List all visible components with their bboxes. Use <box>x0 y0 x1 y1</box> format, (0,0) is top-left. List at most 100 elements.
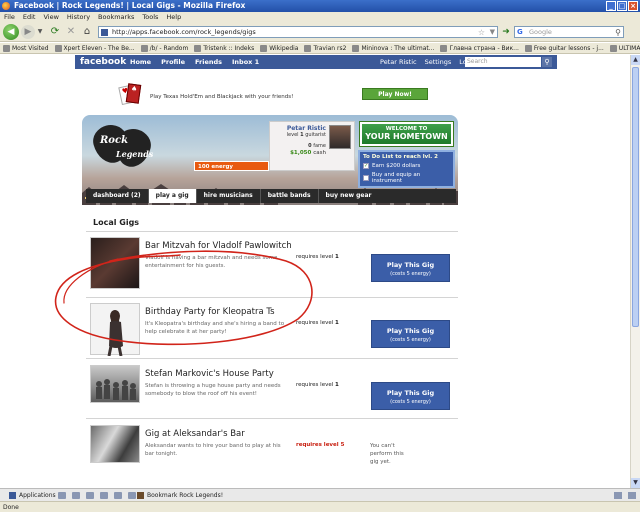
rock-legends-logo[interactable]: Rock Legends <box>89 121 160 173</box>
nav-friends[interactable]: Friends <box>195 55 222 69</box>
photos-icon[interactable] <box>58 492 66 499</box>
menu-bar: File Edit View History Bookmarks Tools H… <box>0 12 640 22</box>
online-friends-icon[interactable] <box>614 492 622 499</box>
player-fame: 0 fame <box>308 143 326 149</box>
reload-icon[interactable]: ⟳ <box>48 25 62 39</box>
gig-description: Stefan is throwing a huge house party an… <box>145 383 281 397</box>
nav-inbox[interactable]: Inbox 1 <box>232 55 259 69</box>
divider <box>86 358 458 359</box>
player-name[interactable]: Petar Ristic <box>287 125 326 132</box>
game-tabs: dashboard (2) play a gig hire musicians … <box>86 189 456 203</box>
forward-arrow-icon[interactable]: ▶ <box>21 25 35 39</box>
gig-row: Stefan Markovic's House Party Stefan is … <box>90 365 458 425</box>
groups-icon[interactable] <box>72 492 80 499</box>
scroll-down-icon[interactable]: ▼ <box>631 478 640 488</box>
window-controls: _ □ × <box>606 1 638 11</box>
scroll-up-icon[interactable]: ▲ <box>631 55 640 65</box>
inbox-count: 1 <box>254 58 260 66</box>
browser-status-bar: Done <box>0 501 640 512</box>
footer-right-icons <box>614 492 636 499</box>
bookmark-item[interactable]: /b/ - Random <box>140 43 188 53</box>
nav-settings[interactable]: Settings <box>425 55 452 69</box>
video-icon[interactable] <box>128 492 136 499</box>
maximize-icon[interactable]: □ <box>617 1 627 11</box>
google-icon[interactable]: G <box>517 28 526 37</box>
window-titlebar: Facebook | Rock Legends! | Local Gigs - … <box>0 0 640 12</box>
tab-play-a-gig[interactable]: play a gig <box>147 189 196 203</box>
menu-tools[interactable]: Tools <box>142 12 158 22</box>
checkbox-checked-icon: ✓ <box>363 163 369 169</box>
close-icon[interactable]: × <box>628 1 638 11</box>
go-arrow-icon[interactable]: ➜ <box>500 26 512 38</box>
page-title: Local Gigs <box>93 218 140 227</box>
bookmark-item[interactable]: Most Visited <box>3 43 49 53</box>
minimize-icon[interactable]: _ <box>606 1 616 11</box>
menu-edit[interactable]: Edit <box>23 12 36 22</box>
nav-user-name[interactable]: Petar Ristic <box>380 55 417 69</box>
web-search-placeholder: Google <box>529 28 552 36</box>
url-dropdown-icon[interactable]: ▼ <box>490 27 495 38</box>
avatar[interactable] <box>329 125 351 149</box>
bookmark-item[interactable]: Free guitar lessons - j... <box>524 43 604 53</box>
address-bar[interactable]: http://apps.facebook.com/rock_legends/gi… <box>98 26 498 38</box>
play-now-button[interactable]: Play Now! <box>362 88 428 100</box>
bookmark-item[interactable]: Xpert Eleven - The Be... <box>54 43 135 53</box>
gig-title: Gig at Aleksandar's Bar <box>145 429 245 439</box>
back-arrow-icon[interactable]: ◀ <box>3 24 19 40</box>
hometown-button[interactable]: WELCOME TO YOUR HOMETOWN <box>359 121 454 147</box>
calendar-icon[interactable] <box>114 492 122 499</box>
menu-bookmarks[interactable]: Bookmarks <box>98 12 134 22</box>
menu-history[interactable]: History <box>67 12 90 22</box>
bookmark-item[interactable]: Mininova : The ultimat... <box>352 43 434 53</box>
energy-bar: 100 energy <box>194 161 269 171</box>
window-title: Facebook | Rock Legends! | Local Gigs - … <box>14 1 246 10</box>
home-icon[interactable]: ⌂ <box>80 25 94 39</box>
ad-text[interactable]: Play Texas Hold'Em and Blackjack with yo… <box>150 94 293 100</box>
gig-image <box>90 237 140 289</box>
player-level: level 1 guitarist <box>286 132 326 138</box>
tab-battle-bands[interactable]: battle bands <box>259 189 318 203</box>
facebook-search-input[interactable]: Search <box>465 57 541 67</box>
search-icon[interactable]: ⚲ <box>615 27 621 38</box>
nav-profile[interactable]: Profile <box>161 55 185 69</box>
bookmark-item[interactable]: ULTIMATE GUITAR TA... <box>609 43 640 53</box>
tab-dashboard[interactable]: dashboard (2) <box>86 189 148 203</box>
gig-title: Stefan Markovic's House Party <box>145 369 274 379</box>
search-icon[interactable]: ⚲ <box>542 57 552 67</box>
play-gig-button[interactable]: Play This Gig (costs 5 energy) <box>371 320 450 348</box>
menu-file[interactable]: File <box>4 12 15 22</box>
page-viewport: facebook Home Profile Friends Inbox 1 Pe… <box>0 55 630 488</box>
applications-icon <box>9 492 16 499</box>
web-search-input[interactable]: G Google ⚲ <box>514 26 624 38</box>
links-icon[interactable] <box>100 492 108 499</box>
bookmark-item[interactable]: Wikipedia <box>260 43 298 53</box>
bookmark-item[interactable]: Главна страна - Вик... <box>440 43 519 53</box>
bookmark-item[interactable]: Tristenk :: Indeks <box>194 43 254 53</box>
scrollbar-thumb[interactable] <box>632 67 639 327</box>
stop-icon[interactable]: ✕ <box>64 25 78 39</box>
bookmark-star-icon[interactable]: ☆ <box>478 27 485 38</box>
menu-help[interactable]: Help <box>166 12 181 22</box>
gig-description: Vladolf is having a bar mitzvah and need… <box>145 255 278 269</box>
rock-legends-icon <box>137 492 144 499</box>
player-profile-card: Petar Ristic level 1 guitarist 0 fame $1… <box>269 121 355 171</box>
poker-ad: ♥ ♠ Play Texas Hold'Em and Blackjack wit… <box>118 82 430 110</box>
gig-requirement: requires level 1 <box>296 254 339 260</box>
bookmark-item[interactable]: Travian rs2 <box>304 43 346 53</box>
play-gig-button[interactable]: Play This Gig (costs 5 energy) <box>371 254 450 282</box>
vertical-scrollbar[interactable]: ▲ ▼ <box>630 55 640 488</box>
url-text: http://apps.facebook.com/rock_legends/gi… <box>112 28 256 36</box>
gig-title: Bar Mitzvah for Vladolf Pawlowitch <box>145 241 292 251</box>
facebook-footer-bar: Applications Bookmark Rock Legends! <box>0 488 640 501</box>
notifications-icon[interactable] <box>628 492 636 499</box>
notes-icon[interactable] <box>86 492 94 499</box>
menu-view[interactable]: View <box>43 12 58 22</box>
nav-home[interactable]: Home <box>130 55 151 69</box>
facebook-logo[interactable]: facebook <box>80 55 126 69</box>
play-gig-button[interactable]: Play This Gig (costs 5 energy) <box>371 382 450 410</box>
tab-hire-musicians[interactable]: hire musicians <box>195 189 260 203</box>
tab-buy-new-gear[interactable]: buy new gear <box>317 189 379 203</box>
divider <box>86 297 458 298</box>
history-dropdown-icon[interactable]: ▼ <box>36 25 44 39</box>
bookmarks-toolbar: Most Visited Xpert Eleven - The Be... /b… <box>0 43 640 54</box>
